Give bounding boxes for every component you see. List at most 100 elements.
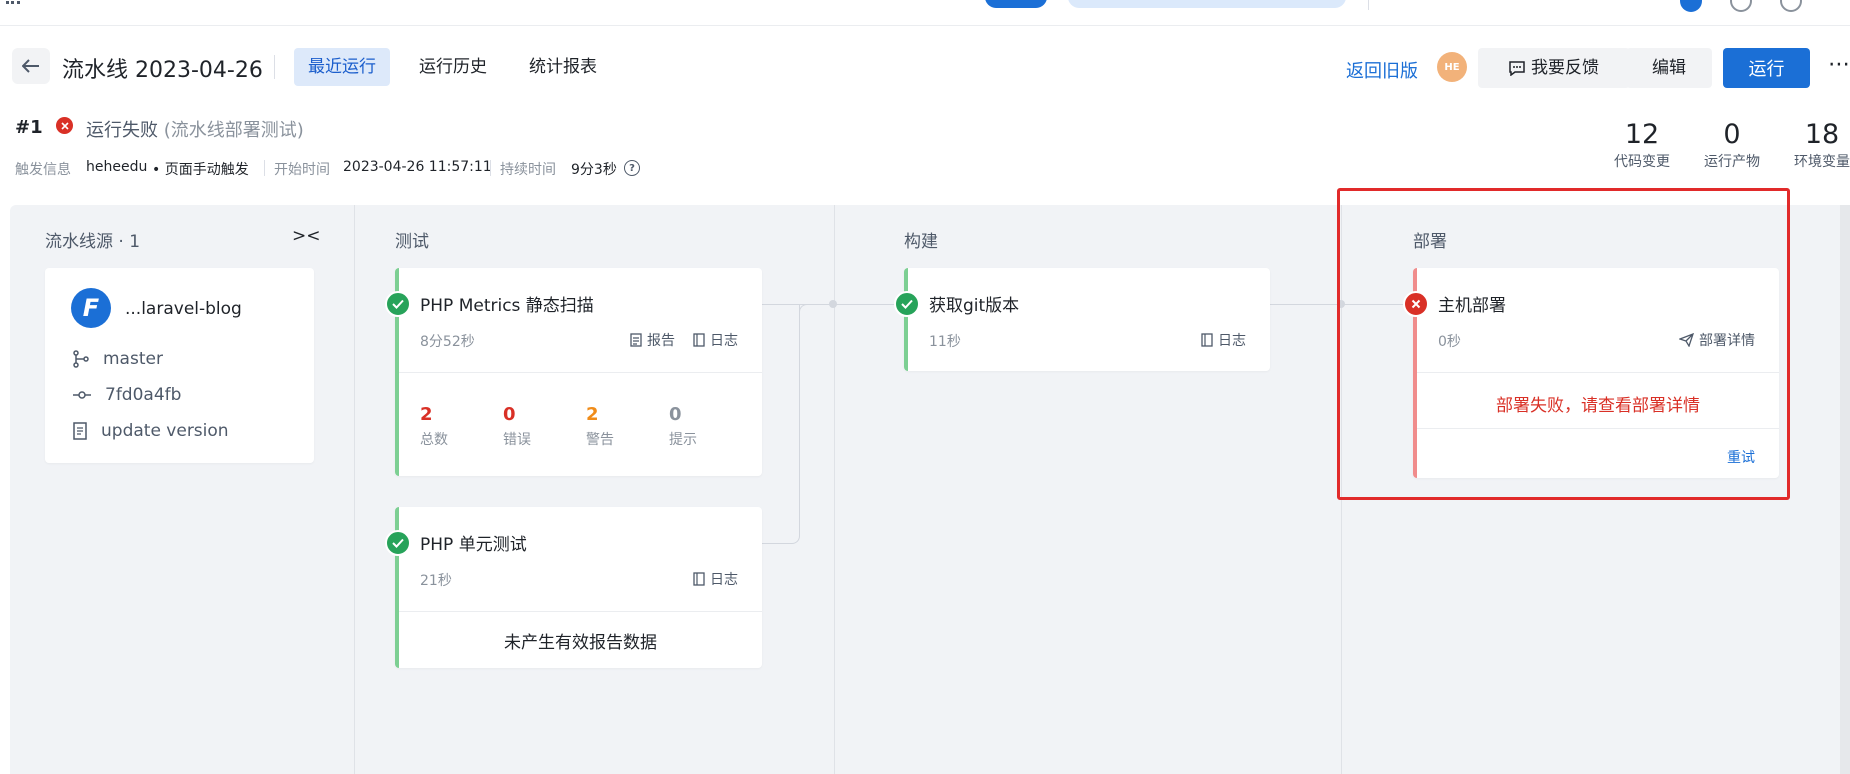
more-icon[interactable]: ⋯ (1828, 52, 1850, 77)
report-link[interactable]: 报告 (630, 330, 675, 350)
log-label: 日志 (710, 572, 738, 588)
source-card[interactable]: F ...laravel-blog master 7fd0a4fb update… (45, 268, 314, 463)
help-circle-icon[interactable] (1780, 0, 1802, 12)
trigger-user: heheedu (86, 159, 148, 175)
document-icon (73, 422, 87, 440)
column-title-source: 流水线源 · 1 (45, 232, 141, 252)
stat-env-vars[interactable]: 18 环境变量 (1790, 120, 1850, 171)
return-old-version-link[interactable]: 返回旧版 (1346, 57, 1418, 83)
duration-label: 持续时间 (500, 162, 556, 178)
message-row: update version (73, 421, 229, 441)
edit-button[interactable]: 编辑 (1626, 48, 1712, 88)
job-card-php-unit[interactable]: PHP 单元测试 21秒 日志 未产生有效报告数据 (395, 507, 762, 668)
commit-id: 7fd0a4fb (105, 385, 182, 405)
start-time: 2023-04-26 11:57:11 (343, 159, 492, 175)
stat-value: 18 (1804, 119, 1840, 150)
tab-recent-run[interactable]: 最近运行 (294, 48, 390, 86)
job-name: PHP 单元测试 (420, 535, 527, 555)
run-id: #1 (15, 117, 43, 138)
connector-line (799, 304, 800, 534)
stat-label: 代码变更 (1614, 154, 1670, 170)
column-title-build: 构建 (904, 232, 938, 252)
stat-code-changes[interactable]: 12 代码变更 (1610, 120, 1674, 171)
connector-curve (799, 304, 811, 316)
feedback-button[interactable]: 我要反馈 (1478, 48, 1630, 88)
metric-label: 警告 (586, 432, 614, 448)
user-avatar[interactable] (1680, 0, 1702, 12)
tab-run-history[interactable]: 运行历史 (405, 48, 501, 86)
job-actions: 日志 (1201, 330, 1246, 350)
report-icon (630, 333, 642, 347)
trigger-way: • 页面手动触发 (152, 162, 249, 178)
metric-label: 提示 (669, 432, 697, 448)
back-button[interactable] (12, 48, 50, 84)
metric-value: 0 (669, 404, 682, 425)
job-card-php-metrics[interactable]: PHP Metrics 静态扫描 8分52秒 报告 日志 2 总数 0 错误 2… (395, 268, 762, 476)
log-link[interactable]: 日志 (1201, 330, 1246, 350)
stat-value: 0 (1723, 119, 1741, 150)
card-divider (399, 372, 762, 373)
metric-label: 错误 (503, 432, 531, 448)
arrow-left-icon (22, 59, 39, 73)
avatar[interactable]: HE (1437, 52, 1467, 82)
trigger-label: 触发信息 (15, 162, 71, 178)
job-name: PHP Metrics 静态扫描 (420, 296, 594, 316)
meta-divider (490, 160, 491, 176)
job-status-bar (904, 268, 908, 371)
success-check-icon (385, 530, 411, 556)
log-icon (1201, 333, 1213, 347)
start-time-label: 开始时间 (274, 162, 330, 178)
column-title-test: 测试 (395, 232, 429, 252)
apps-icon[interactable] (6, 0, 20, 4)
column-divider (354, 205, 355, 774)
question-icon[interactable]: ? (624, 160, 640, 176)
top-notice[interactable] (1068, 0, 1346, 8)
metric-total: 2 总数 (420, 404, 448, 449)
log-icon (693, 333, 705, 347)
comment-icon (1509, 60, 1525, 76)
metric-error: 0 错误 (503, 404, 531, 449)
report-label: 报告 (647, 333, 675, 349)
stat-artifacts[interactable]: 0 运行产物 (1700, 120, 1764, 171)
log-link[interactable]: 日志 (693, 569, 738, 589)
log-label: 日志 (1218, 333, 1246, 349)
success-check-icon (894, 291, 920, 317)
top-divider (1368, 0, 1369, 10)
log-link[interactable]: 日志 (693, 330, 738, 350)
job-actions: 日志 (693, 569, 738, 589)
job-duration: 21秒 (420, 573, 452, 589)
log-icon (693, 572, 705, 586)
success-check-icon (385, 291, 411, 317)
job-actions: 报告 日志 (630, 330, 738, 350)
branch-icon (73, 350, 89, 368)
feedback-label: 我要反馈 (1531, 58, 1599, 78)
run-button[interactable]: 运行 (1723, 48, 1810, 88)
fail-status-icon (56, 117, 73, 134)
vertical-scrollbar[interactable] (1840, 205, 1850, 774)
commit-icon (73, 391, 91, 399)
metric-value: 0 (503, 404, 516, 425)
branch-row: master (73, 349, 163, 369)
job-duration: 11秒 (929, 334, 961, 350)
metric-label: 总数 (420, 432, 448, 448)
collapse-icon[interactable]: >< (292, 226, 321, 246)
page-title: 流水线 2023-04-26 (62, 58, 263, 83)
bell-icon[interactable] (1730, 0, 1752, 12)
column-divider (834, 205, 835, 774)
job-card-git-version[interactable]: 获取git版本 11秒 日志 (904, 268, 1270, 371)
tab-statistics[interactable]: 统计报表 (515, 48, 611, 86)
commit-message: update version (101, 421, 229, 441)
connector-line (762, 543, 791, 544)
top-badge[interactable] (985, 0, 1047, 8)
log-label: 日志 (710, 333, 738, 349)
duration: 9分3秒 (571, 162, 617, 178)
stat-label: 运行产物 (1704, 154, 1760, 170)
repo-logo: F (71, 288, 111, 328)
metric-hint: 0 提示 (669, 404, 697, 449)
metric-value: 2 (586, 404, 599, 425)
run-status: 运行失败 (流水线部署测试) (86, 116, 304, 142)
branch-name: master (103, 349, 163, 369)
run-status-text: 运行失败 (86, 120, 158, 141)
title-divider (274, 55, 275, 79)
job-name: 获取git版本 (929, 296, 1020, 316)
